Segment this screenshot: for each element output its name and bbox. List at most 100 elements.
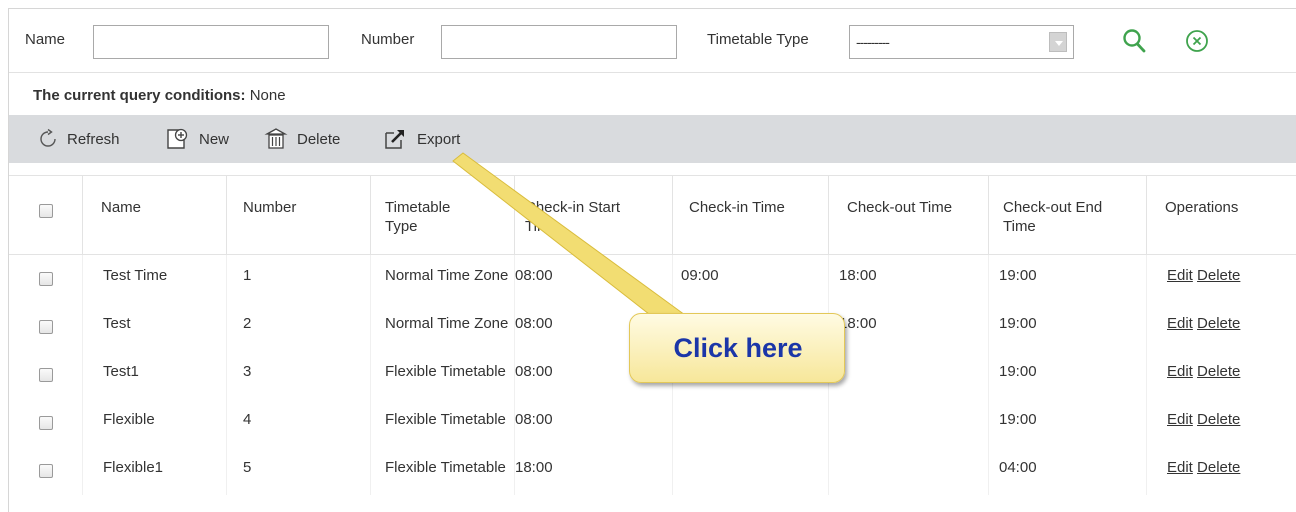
header-checkout-end[interactable]: Check-out End Time (989, 176, 1147, 256)
row-checkbox[interactable] (39, 416, 53, 430)
callout-text: Click here (673, 333, 803, 363)
row-type-value: Flexible Timetable (385, 363, 506, 380)
refresh-label: Refresh (67, 130, 120, 148)
delete-link[interactable]: Delete (1197, 363, 1240, 380)
query-conditions-value: None (249, 87, 286, 104)
row-checkout-end: 04:00 (989, 447, 1147, 495)
row-operations: Edit Delete (1147, 303, 1296, 351)
row-name-value: Test1 (103, 363, 139, 380)
row-checkbox[interactable] (39, 464, 53, 478)
delete-link[interactable]: Delete (1197, 459, 1240, 476)
new-label: New (199, 130, 230, 148)
timetable-type-select[interactable]: --------- (849, 25, 1074, 59)
name-input[interactable] (93, 25, 329, 59)
search-bar: Name Number Timetable Type --------- (9, 9, 1296, 73)
row-select-cell (9, 255, 83, 303)
row-checkin-start-value: 18:00 (515, 459, 553, 476)
edit-link[interactable]: Edit (1167, 411, 1193, 428)
row-number-value: 2 (243, 315, 252, 332)
row-checkout-end-value: 19:00 (999, 267, 1037, 284)
row-type-value: Flexible Timetable (385, 411, 506, 428)
delete-link[interactable]: Delete (1197, 267, 1240, 284)
clear-icon[interactable] (1185, 29, 1209, 53)
header-timetable-type[interactable]: Timetable Type (371, 176, 515, 256)
edit-link[interactable]: Edit (1167, 315, 1193, 332)
row-select-cell (9, 399, 83, 447)
row-type: Flexible Timetable (371, 447, 515, 495)
row-name-value: Flexible1 (103, 459, 164, 476)
delete-link[interactable]: Delete (1197, 411, 1240, 428)
header-select-all (9, 176, 83, 256)
row-checkbox[interactable] (39, 272, 53, 286)
table-row[interactable]: Flexible1 5 Flexible Timetable 18:00 04:00 Ed… (9, 447, 1296, 495)
name-label: Name (25, 31, 66, 48)
row-type: Flexible Timetable (371, 351, 515, 399)
edit-link[interactable]: Edit (1167, 363, 1193, 380)
new-button[interactable]: New (165, 115, 229, 163)
header-timetable-type-label: Timetable Type (385, 199, 451, 235)
row-number: 2 (227, 303, 371, 351)
row-checkbox[interactable] (39, 368, 53, 382)
row-checkout-end: 19:00 (989, 351, 1147, 399)
row-checkin-start: 08:00 (515, 255, 673, 303)
row-checkin-start-value: 08:00 (515, 363, 553, 380)
row-type-value: Normal Time Zone (385, 315, 509, 332)
row-checkout (829, 447, 989, 495)
timetable-type-label: Timetable Type (707, 31, 809, 48)
delete-button[interactable]: Delete (263, 115, 340, 163)
row-number: 1 (227, 255, 371, 303)
toolbar: Refresh New Delete Export (9, 115, 1296, 163)
export-button[interactable]: Export (383, 115, 460, 163)
row-select-cell (9, 303, 83, 351)
query-conditions: The current query conditions: None (33, 87, 286, 104)
edit-link[interactable]: Edit (1167, 267, 1193, 284)
row-operations: Edit Delete (1147, 255, 1296, 303)
row-number: 3 (227, 351, 371, 399)
row-operations: Edit Delete (1147, 351, 1296, 399)
row-checkout (829, 351, 989, 399)
row-checkout-value: 18:00 (839, 267, 877, 284)
header-number[interactable]: Number (227, 176, 371, 256)
export-icon (385, 130, 404, 149)
header-checkin-time[interactable]: Check-in Time (673, 176, 829, 256)
row-number-value: 1 (243, 267, 252, 284)
number-input[interactable] (441, 25, 677, 59)
delete-link[interactable]: Delete (1197, 315, 1240, 332)
edit-link[interactable]: Edit (1167, 459, 1193, 476)
row-select-cell (9, 447, 83, 495)
header-checkin-start[interactable]: Check-in Start Time (515, 176, 673, 256)
row-name: Test1 (83, 351, 227, 399)
header-name[interactable]: Name (83, 176, 227, 256)
header-checkout-time[interactable]: Check-out Time (829, 176, 989, 256)
row-checkbox[interactable] (39, 320, 53, 334)
header-operations: Operations (1147, 176, 1296, 256)
refresh-icon (40, 128, 56, 147)
row-name: Test (83, 303, 227, 351)
row-checkout-end-value: 04:00 (999, 459, 1037, 476)
select-all-checkbox[interactable] (39, 204, 53, 218)
row-checkin-value: 09:00 (681, 267, 719, 284)
row-number-value: 5 (243, 459, 252, 476)
header-number-label: Number (243, 199, 297, 216)
row-checkin-start-value: 08:00 (515, 267, 553, 284)
row-name-value: Flexible (103, 411, 155, 428)
row-checkin-start: 08:00 (515, 399, 673, 447)
refresh-button[interactable]: Refresh (37, 115, 120, 163)
timetable-type-value: --------- (856, 34, 890, 50)
row-number: 5 (227, 447, 371, 495)
header-checkin-time-label: Check-in Time (689, 199, 785, 216)
header-operations-label: Operations (1165, 199, 1239, 216)
timetable-panel: Name Number Timetable Type --------- The… (8, 8, 1296, 512)
row-checkin: 09:00 (673, 255, 829, 303)
row-checkout-end-value: 19:00 (999, 411, 1037, 428)
dropdown-arrow-icon[interactable] (1049, 32, 1067, 52)
row-type-value: Normal Time Zone (385, 267, 509, 284)
row-checkout (829, 399, 989, 447)
row-operations: Edit Delete (1147, 447, 1296, 495)
row-type: Flexible Timetable (371, 399, 515, 447)
table-row[interactable]: Flexible 4 Flexible Timetable 08:00 19:00 Edi… (9, 399, 1296, 447)
row-checkout: 18:00 (829, 303, 989, 351)
search-icon[interactable] (1121, 27, 1147, 55)
table-row[interactable]: Test Time 1 Normal Time Zone 08:00 09:00 18:0… (9, 255, 1296, 303)
new-document-icon (167, 128, 188, 149)
